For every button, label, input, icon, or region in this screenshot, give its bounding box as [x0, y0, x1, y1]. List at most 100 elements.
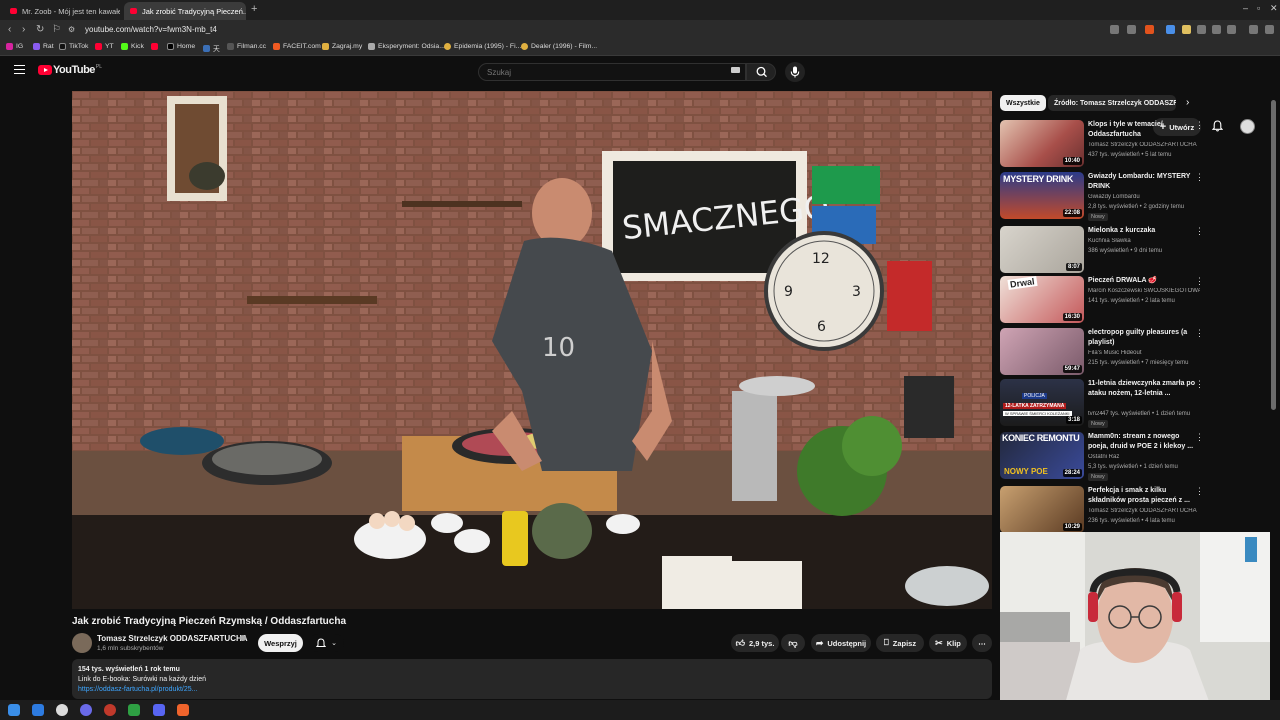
bookmark-item[interactable]: TikTok: [59, 43, 88, 50]
bookmark-item[interactable]: Rat: [33, 43, 54, 50]
video-thumbnail[interactable]: 10:40: [1000, 120, 1084, 167]
search-input[interactable]: [479, 64, 719, 81]
taskbar-app-icon[interactable]: [80, 704, 92, 716]
bookmark-item[interactable]: Kick: [121, 43, 144, 50]
video-title[interactable]: Klops i tyle w temacie/ Oddaszfartucha: [1088, 120, 1198, 139]
bookmark-item[interactable]: FACEIT.com: [273, 43, 321, 50]
video-title[interactable]: Perfekcja i smak z kilku składników pros…: [1088, 486, 1198, 505]
bookmark-item[interactable]: Zagraj.my: [322, 43, 362, 50]
bookmark-item[interactable]: 天: [203, 43, 220, 53]
video-title[interactable]: Mielonka z kurczaka: [1088, 226, 1198, 236]
scrollbar-thumb[interactable]: [1271, 100, 1276, 410]
more-options-icon[interactable]: ⋮: [1195, 173, 1204, 182]
recommendation-item[interactable]: 59:47 electropop guilty pleasures (a pla…: [1000, 328, 1255, 376]
chevron-right-icon[interactable]: ›: [1186, 97, 1189, 108]
forward-icon[interactable]: ›: [22, 24, 25, 35]
maximize-icon[interactable]: ▫: [1257, 3, 1260, 13]
channel-name[interactable]: Tomasz Strzelczyk ODDASZFARTUCHA: [97, 634, 248, 643]
clip-button[interactable]: ✂ Klip: [929, 634, 967, 652]
share-icon[interactable]: [1127, 25, 1136, 34]
video-title[interactable]: electropop guilty pleasures (a playlist): [1088, 328, 1198, 347]
video-thumbnail[interactable]: Drwal 16:30: [1000, 276, 1084, 323]
back-icon[interactable]: ‹: [8, 24, 11, 35]
hamburger-menu-icon[interactable]: [14, 65, 25, 74]
browser-tab-active[interactable]: Jak zrobić Tradycyjną Pieczeń... ✕: [124, 2, 246, 20]
recommendation-item[interactable]: 10:29 Perfekcja i smak z kilku składnikó…: [1000, 486, 1255, 534]
recommendation-item[interactable]: POLICJA 12-LATKA ZATRZYMANA W SPRAWIE ŚM…: [1000, 379, 1255, 428]
recommendation-item[interactable]: 8:07 Mielonka z kurczaka Kuchnia Sławka …: [1000, 226, 1255, 274]
close-window-icon[interactable]: ✕: [1270, 3, 1278, 14]
chip-source[interactable]: Źródło: Tomasz Strzelczyk ODDASZFARTUCHA: [1048, 95, 1176, 111]
download-icon[interactable]: [1212, 25, 1221, 34]
channel-name[interactable]: Kuchnia Sławka: [1088, 238, 1200, 244]
install-icon[interactable]: [1110, 25, 1119, 34]
channel-name[interactable]: Marcin Koszczewski SWOJSKIEGOTOWA...: [1088, 288, 1200, 294]
video-thumbnail[interactable]: KONIEC REMONTU NOWY POE 28:24: [1000, 432, 1084, 479]
video-thumbnail[interactable]: POLICJA 12-LATKA ZATRZYMANA W SPRAWIE ŚM…: [1000, 379, 1084, 426]
video-title[interactable]: 11-letnia dziewczynka zmarła po ataku no…: [1088, 379, 1198, 398]
bookmark-page-icon[interactable]: ⚐: [52, 24, 61, 35]
recommendation-item[interactable]: KONIEC REMONTU NOWY POE 28:24 Mamm0n: st…: [1000, 432, 1255, 481]
dislike-button[interactable]: 👎︎: [781, 634, 805, 652]
more-options-icon[interactable]: ⋮: [1195, 329, 1204, 338]
channel-name[interactable]: Ostatni Raz: [1088, 454, 1200, 460]
search-box[interactable]: [478, 63, 746, 81]
video-title[interactable]: Pieczeń DRWALA 🥩: [1088, 276, 1198, 286]
more-options-icon[interactable]: ⋮: [1195, 121, 1204, 130]
channel-name[interactable]: Tomasz Strzelczyk ODDASZFARTUCHA: [1088, 508, 1200, 514]
bookmark-item[interactable]: [151, 43, 161, 50]
taskbar-app-icon[interactable]: [128, 704, 140, 716]
youtube-logo[interactable]: YouTube PL: [38, 64, 102, 76]
channel-name[interactable]: Gwiazdy Lombardu: [1088, 194, 1200, 200]
brave-icon[interactable]: [177, 704, 189, 716]
new-tab-button[interactable]: +: [251, 3, 257, 15]
video-thumbnail[interactable]: MYSTERY DRINK 22:08: [1000, 172, 1084, 219]
url-field[interactable]: youtube.com/watch?v=fwm3N-mb_t4: [85, 25, 217, 34]
recommendation-item[interactable]: Drwal 16:30 Pieczeń DRWALA 🥩 Marcin Kosz…: [1000, 276, 1255, 324]
video-thumbnail[interactable]: 10:29: [1000, 486, 1084, 533]
more-options-icon[interactable]: ⋮: [1195, 433, 1204, 442]
menu-icon[interactable]: [1265, 25, 1274, 34]
site-info-icon[interactable]: ⚙: [68, 25, 75, 34]
bookmark-item[interactable]: Epidemia (1995) - Fi...: [444, 43, 521, 50]
video-title[interactable]: Gwiazdy Lombardu: MYSTERY DRINK: [1088, 172, 1198, 191]
chip-all[interactable]: Wszystkie: [1000, 95, 1046, 111]
more-options-icon[interactable]: ⋮: [1195, 380, 1204, 389]
video-thumbnail[interactable]: 8:07: [1000, 226, 1084, 273]
like-button[interactable]: 👍︎ 2,9 tys.: [731, 634, 779, 652]
video-title[interactable]: Mamm0n: stream z nowego poeja, druid w P…: [1088, 432, 1198, 451]
search-button[interactable]: [746, 63, 776, 81]
bookmark-item[interactable]: YT: [95, 43, 114, 50]
browser-tab[interactable]: Mr. Zoob - Mój jest ten kawałek podł...: [4, 2, 120, 20]
recommendation-item[interactable]: MYSTERY DRINK 22:08 Gwiazdy Lombardu: MY…: [1000, 172, 1255, 221]
minimize-icon[interactable]: –: [1243, 3, 1248, 13]
bookmark-item[interactable]: Dealer (1996) - Film...: [521, 43, 597, 50]
taskbar-app-icon[interactable]: [104, 704, 116, 716]
link-icon[interactable]: [1227, 25, 1236, 34]
share-button[interactable]: ➦ Udostępnij: [811, 634, 871, 652]
bookmark-item[interactable]: IG: [6, 43, 23, 50]
extension-icon[interactable]: [1197, 25, 1206, 34]
subscription-bell-button[interactable]: ⌄: [309, 634, 344, 652]
brave-shield-icon[interactable]: [1145, 25, 1154, 34]
extension-icon[interactable]: [1166, 25, 1175, 34]
more-options-icon[interactable]: ⋮: [1195, 227, 1204, 236]
channel-name[interactable]: Fila's Music Hideout: [1088, 350, 1200, 356]
bookmark-item[interactable]: Filman.cc: [227, 43, 266, 50]
save-button[interactable]: ⎕ Zapisz: [876, 634, 924, 652]
voice-search-button[interactable]: [785, 62, 805, 82]
channel-avatar[interactable]: [72, 633, 92, 653]
support-button[interactable]: Wesprzyj: [258, 634, 303, 652]
start-icon[interactable]: [8, 704, 20, 716]
chrome-icon[interactable]: [56, 704, 68, 716]
more-options-icon[interactable]: ⋮: [1195, 487, 1204, 496]
keyboard-icon[interactable]: [731, 67, 740, 73]
video-thumbnail[interactable]: 59:47: [1000, 328, 1084, 375]
video-player[interactable]: SMACZNEGO 12 9 3 6 10: [72, 91, 992, 609]
bookmark-item[interactable]: Home: [167, 43, 195, 50]
video-description[interactable]: 154 tys. wyświetleń 1 rok temu Link do E…: [72, 659, 992, 699]
extension-icon[interactable]: [1182, 25, 1191, 34]
channel-name[interactable]: Tomasz Strzelczyk ODDASZFARTUCHA: [1088, 142, 1200, 148]
more-options-icon[interactable]: ⋮: [1195, 277, 1204, 286]
description-link[interactable]: https://oddasz-fartucha.pl/produkt/25...: [78, 686, 197, 693]
